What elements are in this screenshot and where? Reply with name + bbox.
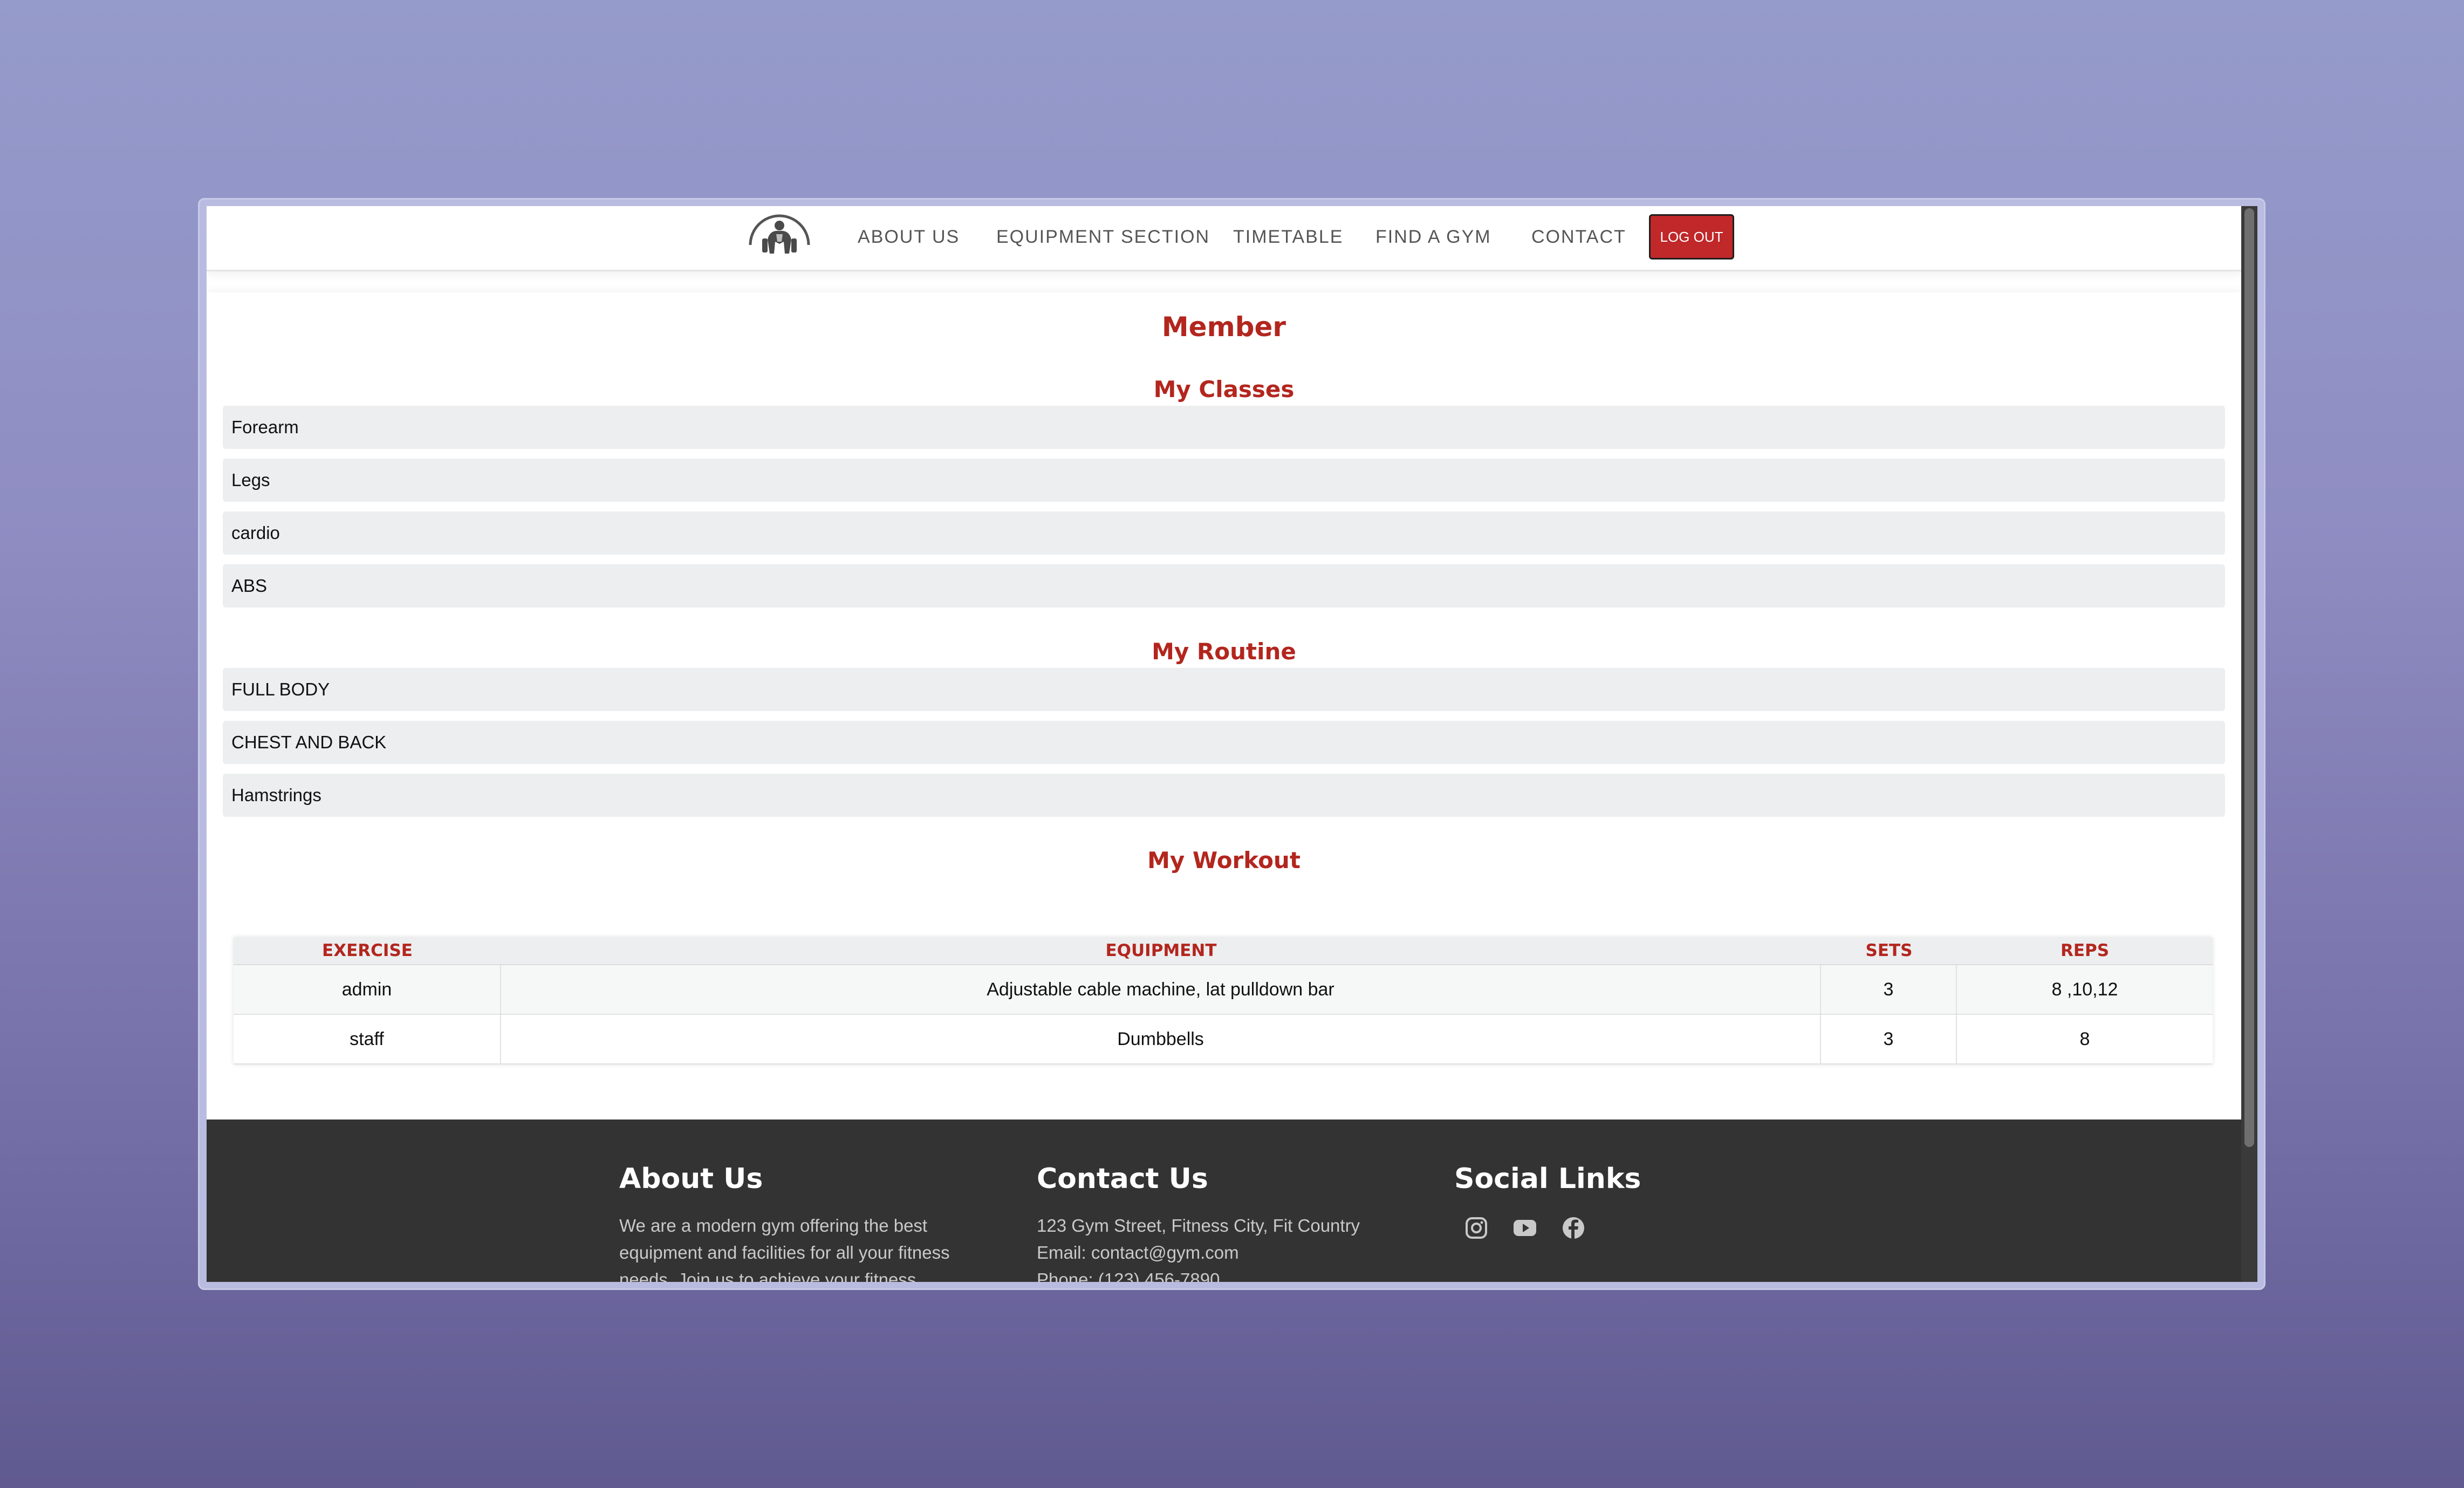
class-item: Forearm <box>223 406 2225 449</box>
nav-timetable[interactable]: TIMETABLE <box>1233 227 1343 248</box>
cell-reps: 8 <box>2079 1028 2090 1049</box>
cell-reps: 8 ,10,12 <box>2051 979 2118 1000</box>
routine-item: Hamstrings <box>223 774 2225 817</box>
footer-address: 123 Gym Street, Fitness City, Fit Countr… <box>1037 1216 1360 1236</box>
table-header-row: EXERCISE EQUIPMENT SETS REPS <box>234 937 2213 965</box>
cell-equipment: Dumbbells <box>501 1015 1821 1063</box>
page-viewport: ABOUT US EQUIPMENT SECTION TIMETABLE FIN… <box>207 206 2257 1282</box>
routine-item: FULL BODY <box>223 668 2225 711</box>
vertical-scrollbar[interactable] <box>2241 206 2257 1282</box>
cell-equipment: Adjustable cable machine, lat pulldown b… <box>501 965 1821 1014</box>
class-item: Legs <box>223 459 2225 502</box>
my-classes-heading: My Classes <box>1153 376 1295 402</box>
routine-item: CHEST AND BACK <box>223 721 2225 764</box>
footer-about-line: needs. Join us to achieve your fitness <box>619 1269 916 1282</box>
cell-sets: 3 <box>1821 1015 1957 1063</box>
youtube-icon[interactable] <box>1512 1216 1537 1240</box>
footer-about-line: equipment and facilities for all your fi… <box>619 1243 950 1262</box>
scrollbar-thumb[interactable] <box>2244 208 2254 1147</box>
my-routine-heading: My Routine <box>1152 638 1296 665</box>
my-workout-heading: My Workout <box>1147 847 1301 873</box>
gym-logo-icon[interactable] <box>746 206 813 260</box>
footer-about-text: We are a modern gym offering the best eq… <box>619 1212 950 1282</box>
browser-window-frame: ABOUT US EQUIPMENT SECTION TIMETABLE FIN… <box>198 198 2265 1290</box>
page-content: ABOUT US EQUIPMENT SECTION TIMETABLE FIN… <box>207 206 2241 1282</box>
top-navbar: ABOUT US EQUIPMENT SECTION TIMETABLE FIN… <box>207 206 2241 271</box>
footer-about-line: We are a modern gym offering the best <box>619 1216 928 1236</box>
cell-exercise: staff <box>234 1015 501 1063</box>
cell-exercise: admin <box>234 965 501 1014</box>
logout-button[interactable]: LOG OUT <box>1649 214 1734 260</box>
column-header-reps: REPS <box>2060 941 2110 960</box>
table-row: staff Dumbbells 3 8 <box>234 1015 2213 1064</box>
nav-about-us[interactable]: ABOUT US <box>858 227 960 248</box>
footer-contact-title: Contact Us <box>1037 1163 1208 1195</box>
facebook-icon[interactable] <box>1561 1216 1586 1240</box>
footer-about-title: About Us <box>619 1163 763 1195</box>
table-row: admin Adjustable cable machine, lat pull… <box>234 965 2213 1015</box>
footer-email[interactable]: Email: contact@gym.com <box>1037 1239 1360 1266</box>
page-title: Member <box>1161 311 1286 343</box>
footer-social-title: Social Links <box>1454 1163 1641 1195</box>
nav-equipment-section[interactable]: EQUIPMENT SECTION <box>996 227 1210 248</box>
footer-contact-text: 123 Gym Street, Fitness City, Fit Countr… <box>1037 1212 1360 1282</box>
site-footer: About Us We are a modern gym offering th… <box>207 1120 2241 1282</box>
cell-sets: 3 <box>1821 965 1957 1014</box>
column-header-exercise: EXERCISE <box>322 941 413 960</box>
footer-phone[interactable]: Phone: (123) 456-7890 <box>1037 1266 1360 1282</box>
nav-contact[interactable]: CONTACT <box>1531 227 1626 248</box>
class-item: ABS <box>223 564 2225 608</box>
nav-find-a-gym[interactable]: FIND A GYM <box>1375 227 1491 248</box>
class-item: cardio <box>223 511 2225 555</box>
instagram-icon[interactable] <box>1464 1216 1489 1240</box>
workout-table: EXERCISE EQUIPMENT SETS REPS admin Adjus… <box>234 937 2213 1064</box>
column-header-sets: SETS <box>1865 941 1913 960</box>
column-header-equipment: EQUIPMENT <box>1105 941 1217 960</box>
